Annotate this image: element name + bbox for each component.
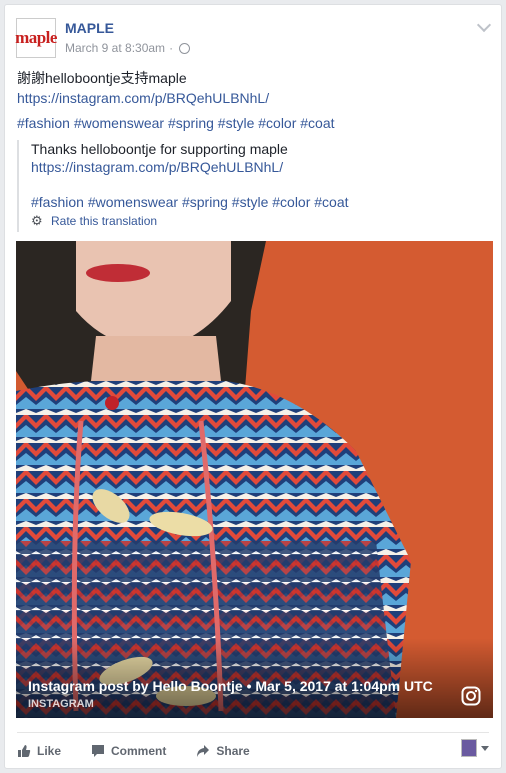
page-name-link[interactable]: MAPLE	[65, 20, 114, 36]
like-button[interactable]: Like	[17, 744, 61, 758]
share-button[interactable]: Share	[196, 744, 250, 758]
actions-divider	[17, 732, 489, 733]
rate-translation-label[interactable]: Rate this translation	[51, 214, 157, 228]
translation-block: Thanks helloboontje for supporting maple…	[17, 140, 489, 232]
comment-icon	[92, 745, 105, 757]
share-label[interactable]: Share	[216, 744, 249, 758]
comment-label[interactable]: Comment	[111, 744, 166, 758]
media-title[interactable]: Instagram post by Hello Boontje • Mar 5,…	[28, 678, 433, 694]
media-source: INSTAGRAM	[28, 698, 94, 710]
gear-icon: ⚙	[31, 213, 43, 228]
post-timestamp[interactable]: March 9 at 8:30am	[65, 41, 165, 55]
avatar-logo-text: maple	[15, 28, 57, 47]
post-meta: March 9 at 8:30am ·	[65, 41, 191, 55]
translation-hashtags[interactable]: #fashion #womenswear #spring #style #col…	[31, 193, 349, 212]
audience-selector[interactable]	[461, 739, 489, 757]
comment-button[interactable]: Comment	[91, 744, 166, 758]
instagram-icon	[461, 686, 481, 706]
user-avatar	[461, 739, 477, 757]
globe-icon	[179, 42, 191, 54]
original-text: 謝謝helloboontje支持maple	[17, 70, 187, 86]
rate-translation[interactable]: ⚙ Rate this translation	[31, 214, 157, 228]
chevron-down-icon[interactable]	[476, 17, 492, 33]
translation-link[interactable]: https://instagram.com/p/BRQehULBNhL/	[31, 158, 283, 177]
chevron-down-icon	[481, 745, 489, 751]
action-bar: Like Comment Share	[17, 740, 280, 762]
share-icon	[197, 745, 210, 757]
meta-separator: ·	[169, 41, 174, 55]
thumbs-up-icon	[18, 745, 31, 757]
original-hashtags[interactable]: #fashion #womenswear #spring #style #col…	[17, 114, 335, 133]
instagram-media[interactable]: Instagram post by Hello Boontje • Mar 5,…	[16, 241, 493, 718]
like-label[interactable]: Like	[37, 744, 61, 758]
post-card: maple MAPLE March 9 at 8:30am · 謝謝hellob…	[4, 4, 502, 769]
translation-text: Thanks helloboontje for supporting maple	[31, 141, 288, 157]
original-link[interactable]: https://instagram.com/p/BRQehULBNhL/	[17, 89, 269, 108]
page-avatar[interactable]: maple	[15, 18, 57, 58]
